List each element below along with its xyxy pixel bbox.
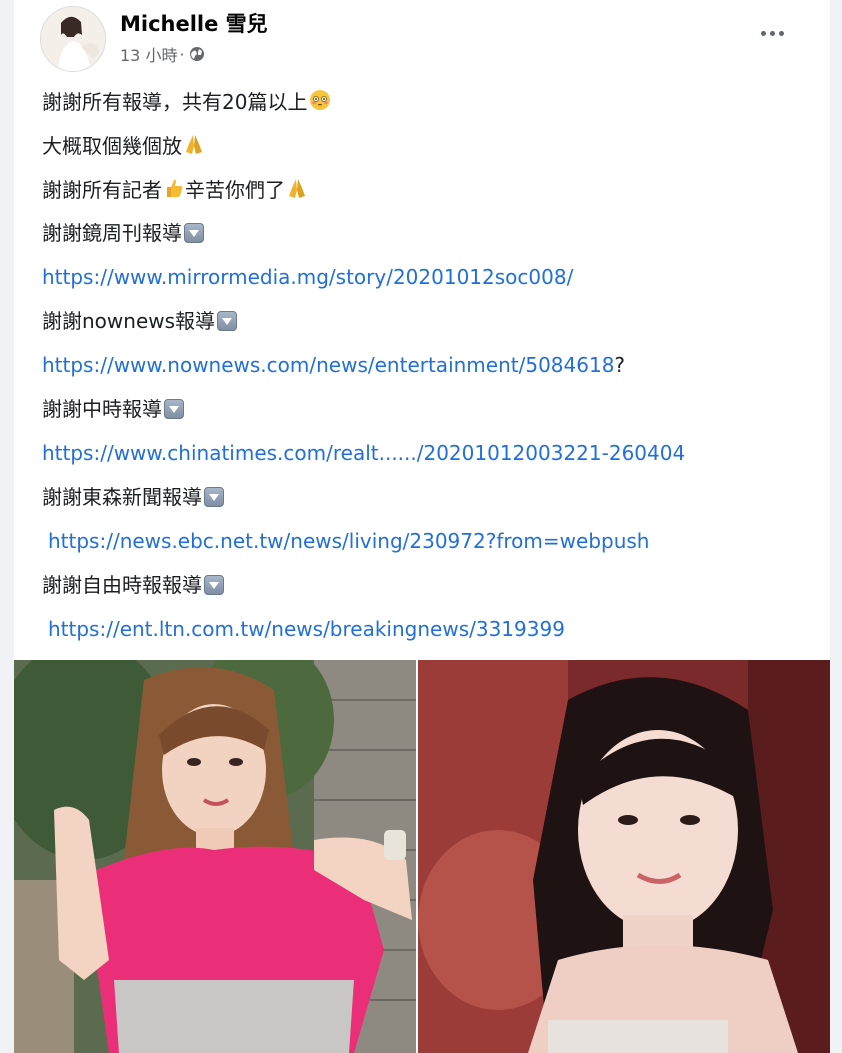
line-text: 謝謝鏡周刊報導 <box>42 221 182 245</box>
more-horizontal-icon <box>760 30 766 36</box>
post-line: 謝謝東森新聞報導 <box>42 484 224 510</box>
line-text: 謝謝所有記者 <box>42 178 162 202</box>
post-line: 謝謝鏡周刊報導 <box>42 220 204 246</box>
flushed-face-icon <box>310 90 331 110</box>
down-arrow-icon <box>164 399 184 419</box>
post-meta: 13 小時 · <box>120 42 205 66</box>
line-text: 謝謝所有報導，共有20篇以上 <box>42 90 308 114</box>
post-line: https://news.ebc.net.tw/news/living/2309… <box>48 528 649 554</box>
post-line: 大概取個幾個放 <box>42 132 205 159</box>
down-arrow-icon <box>217 311 238 331</box>
more-options-button[interactable] <box>752 18 792 48</box>
post-line: 謝謝nownews報導 <box>42 308 238 334</box>
photo-image <box>418 660 830 1053</box>
post-line: https://www.nownews.com/news/entertainme… <box>42 352 625 378</box>
line-text: 大概取個幾個放 <box>42 134 182 158</box>
article-link-chinatimes[interactable]: https://www.chinatimes.com/realt....../2… <box>42 441 685 465</box>
meta-separator: · <box>179 44 185 64</box>
post-timestamp[interactable]: 13 小時 <box>120 42 177 66</box>
avatar-image <box>41 7 105 71</box>
post-line: 謝謝中時報導 <box>42 396 184 422</box>
line-text: 謝謝東森新聞報導 <box>42 485 202 509</box>
article-link-mirrormedia[interactable]: https://www.mirrormedia.mg/story/2020101… <box>42 265 573 289</box>
post-line: https://ent.ltn.com.tw/news/breakingnews… <box>48 616 565 642</box>
post-line: https://www.chinatimes.com/realt....../2… <box>42 440 685 466</box>
post-photos <box>14 660 830 1053</box>
globe-icon <box>189 47 204 61</box>
photo-image <box>14 660 416 1053</box>
author-name[interactable]: Michelle 雪兒 <box>120 8 268 38</box>
more-dot <box>769 30 775 36</box>
avatar[interactable] <box>40 6 106 72</box>
more-dot <box>778 30 784 36</box>
line-text: 辛苦你們了 <box>185 178 285 202</box>
down-arrow-icon <box>184 223 204 243</box>
article-link-nownews[interactable]: https://www.nownews.com/news/entertainme… <box>42 353 614 377</box>
thumbs-up-icon <box>167 179 183 197</box>
line-text: 謝謝自由時報報導 <box>42 573 202 597</box>
folded-hands-icon <box>186 135 202 154</box>
down-arrow-icon <box>204 487 224 507</box>
folded-hands-icon <box>289 179 305 198</box>
post-line: 謝謝自由時報報導 <box>42 572 224 598</box>
line-text: ? <box>614 353 626 377</box>
post-line: 謝謝所有報導，共有20篇以上 <box>42 88 332 115</box>
post-header: Michelle 雪兒 13 小時 · <box>14 0 830 76</box>
post-line: 謝謝所有記者 辛苦你們了 <box>42 176 308 203</box>
down-arrow-icon <box>204 575 224 595</box>
line-text: 謝謝中時報導 <box>42 397 162 421</box>
article-link-ebc[interactable]: https://news.ebc.net.tw/news/living/2309… <box>48 529 649 553</box>
post-line: https://www.mirrormedia.mg/story/2020101… <box>42 264 573 290</box>
facebook-post: Michelle 雪兒 13 小時 · 謝謝所有報導，共有20篇以上 大概取個幾… <box>14 0 830 1053</box>
line-text: 謝謝nownews報導 <box>42 309 216 333</box>
photo-2[interactable] <box>418 660 830 1053</box>
article-link-ltn[interactable]: https://ent.ltn.com.tw/news/breakingnews… <box>48 617 565 641</box>
photo-1[interactable] <box>14 660 416 1053</box>
